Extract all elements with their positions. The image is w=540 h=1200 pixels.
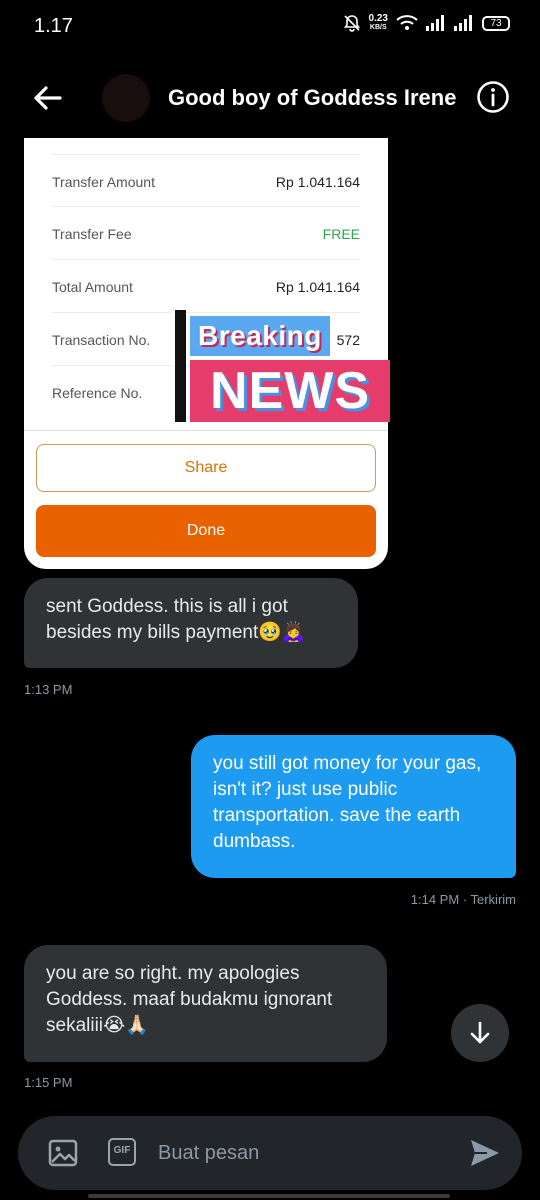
home-indicator bbox=[88, 1194, 450, 1198]
net-speed-unit: KB/S bbox=[369, 24, 387, 31]
battery-icon: 73 bbox=[482, 15, 510, 31]
done-button: Done bbox=[36, 505, 376, 557]
status-icons: 0.23 KB/S 73 bbox=[343, 14, 510, 32]
message-composer: GIF bbox=[18, 1116, 522, 1190]
receipt-row: Transfer Amount Rp 1.041.164 bbox=[52, 154, 360, 206]
divider bbox=[24, 430, 388, 431]
status-time: 1.17 bbox=[34, 15, 73, 37]
receipt-row-value: FREE bbox=[322, 226, 360, 242]
info-icon[interactable] bbox=[476, 80, 510, 114]
receipt-row-value: Rp 1.041.164 bbox=[275, 279, 360, 295]
scroll-to-bottom-button[interactable] bbox=[451, 1004, 509, 1062]
sticker-news-text: NEWS bbox=[190, 360, 390, 422]
message-timestamp: 1:13 PM bbox=[24, 682, 73, 697]
wifi-icon bbox=[396, 15, 418, 30]
message-input[interactable] bbox=[158, 1136, 448, 1170]
message-timestamp: 1:15 PM bbox=[24, 1075, 73, 1090]
arrow-down-icon bbox=[470, 1021, 490, 1044]
share-button: Share bbox=[36, 444, 376, 492]
net-speed-value: 0.23 bbox=[368, 13, 388, 24]
avatar[interactable] bbox=[102, 74, 150, 122]
receipt-row-value: Rp 1.041.164 bbox=[275, 174, 360, 190]
message-bubble-incoming[interactable]: sent Goddess. this is all i got besides … bbox=[24, 578, 358, 668]
conversation-title[interactable]: Good boy of Goddess Irene bbox=[168, 85, 456, 111]
receipt-row-label: Transfer Fee bbox=[52, 226, 132, 242]
receipt-row-label: Reference No. bbox=[52, 385, 143, 401]
receipt-row-label: Transaction No. bbox=[52, 332, 151, 348]
conversation-header: Good boy of Goddess Irene bbox=[0, 60, 540, 136]
sticker-breaking-text: Breaking bbox=[190, 316, 330, 356]
receipt-row: Total Amount Rp 1.041.164 bbox=[52, 259, 360, 311]
net-speed: 0.23 KB/S bbox=[369, 14, 388, 32]
status-bar: 1.17 0.23 KB/S 73 bbox=[0, 0, 540, 56]
message-bubble-incoming[interactable]: you are so right. my apologies Goddess. … bbox=[24, 945, 387, 1062]
send-icon[interactable] bbox=[468, 1136, 502, 1170]
arrow-left-icon[interactable] bbox=[30, 82, 66, 114]
image-icon[interactable] bbox=[48, 1138, 78, 1168]
receipt-row: Transfer Fee FREE bbox=[52, 206, 360, 258]
gif-button[interactable]: GIF bbox=[108, 1138, 136, 1166]
signal-icon bbox=[426, 15, 444, 31]
sticker-bar bbox=[172, 310, 186, 422]
breaking-news-sticker: Breaking NEWS bbox=[172, 310, 392, 424]
receipt-row-label: Transfer Amount bbox=[52, 174, 155, 190]
signal-icon bbox=[454, 15, 472, 31]
mute-icon bbox=[343, 15, 360, 32]
receipt-row-label: Total Amount bbox=[52, 279, 133, 295]
message-timestamp: 1:14 PM · Terkirim bbox=[410, 892, 516, 907]
message-bubble-outgoing[interactable]: you still got money for your gas, isn't … bbox=[191, 735, 516, 878]
